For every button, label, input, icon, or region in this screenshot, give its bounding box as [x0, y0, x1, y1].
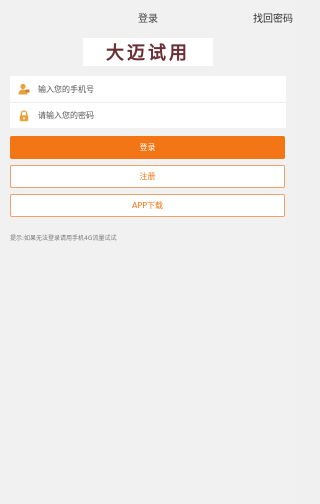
password-input[interactable]	[38, 104, 286, 127]
logo: 大迈试用	[83, 38, 213, 66]
app-download-button[interactable]: APP下载	[10, 194, 285, 217]
password-row	[10, 102, 286, 128]
user-icon	[10, 76, 38, 102]
login-tip: 提示:如果无法登录请用手机4G流量试试	[10, 235, 117, 242]
register-button[interactable]: 注册	[10, 165, 285, 188]
find-password-link[interactable]: 找回密码	[253, 10, 293, 25]
login-form	[10, 76, 286, 128]
phone-input[interactable]	[38, 78, 286, 100]
top-bar: 登录 找回密码	[0, 0, 296, 32]
phone-row	[10, 76, 286, 102]
login-button[interactable]: 登录	[10, 136, 285, 159]
logo-text: 大迈试用	[106, 43, 190, 64]
login-page: 登录 找回密码 大迈试用 输入您的手机号 登录 注册 APP下载 提示:如果无法…	[0, 0, 296, 504]
lock-icon	[10, 103, 38, 129]
page-title: 登录	[138, 14, 158, 25]
